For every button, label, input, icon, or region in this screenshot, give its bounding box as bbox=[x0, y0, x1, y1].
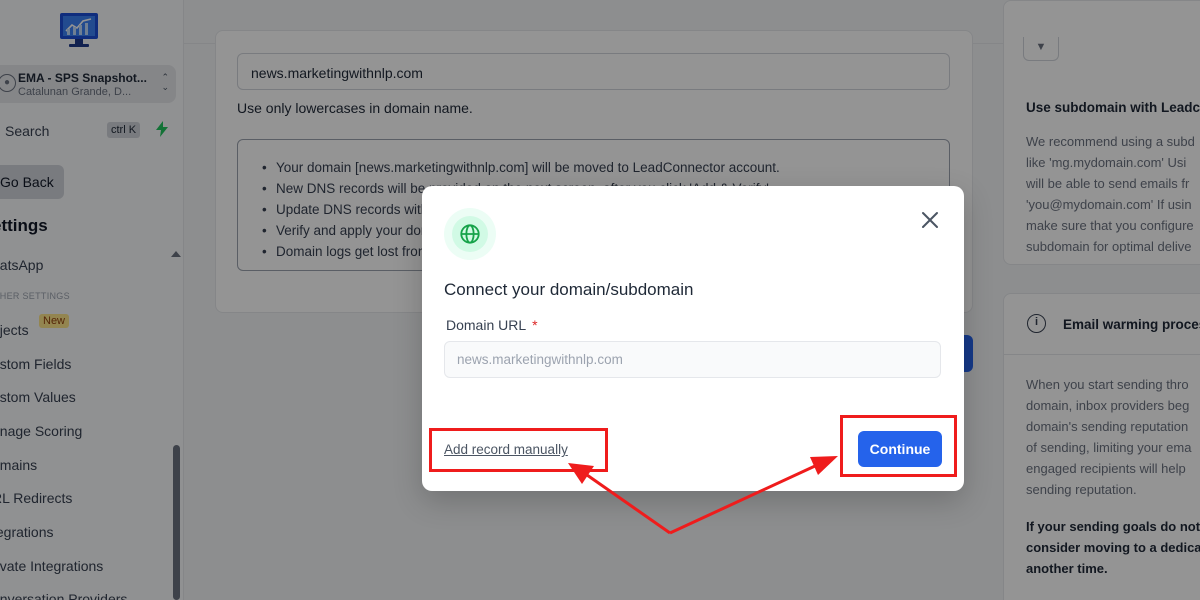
annotation-arrows bbox=[568, 456, 838, 535]
